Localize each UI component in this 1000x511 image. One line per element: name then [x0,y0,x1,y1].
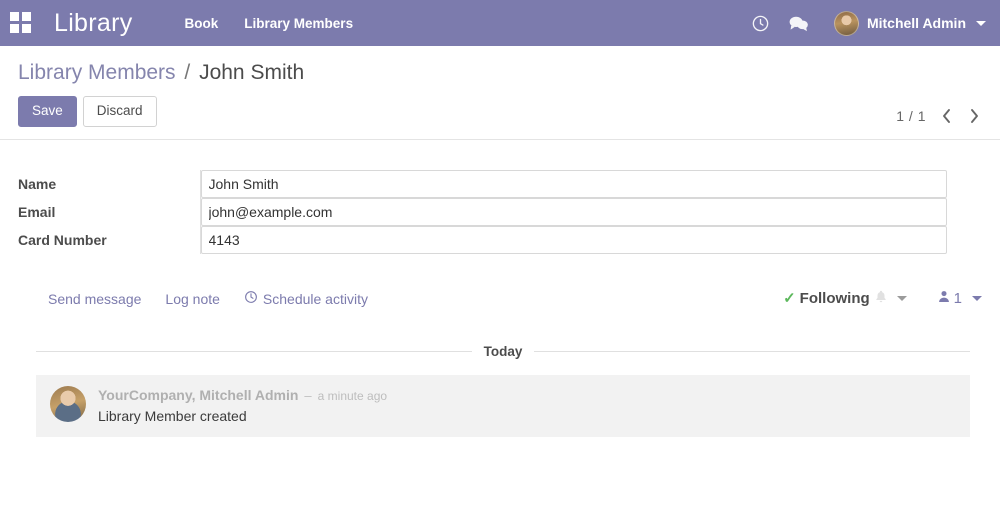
schedule-activity-label: Schedule activity [262,290,368,307]
form-row-card-number: Card Number [18,225,982,254]
chevron-right-icon[interactable] [966,107,982,125]
apps-grid-icon[interactable] [10,12,32,34]
breadcrumb-current: John Smith [199,61,305,84]
top-navbar: Library Book Library Members Mitchell Ad… [0,0,1000,46]
nav-menu-item-library-members[interactable]: Library Members [244,16,353,31]
message-header: YourCompany, Mitchell Admin – a minute a… [98,387,387,403]
pager: 1 / 1 [896,107,982,125]
name-input[interactable] [200,169,947,198]
breadcrumb: Library Members / John Smith [18,60,982,86]
form-sheet: Name Email Card Number [0,140,1000,254]
field-label-name: Name [18,175,57,192]
log-note-button[interactable]: Log note [165,291,220,307]
save-button[interactable]: Save [18,96,77,127]
field-label-email: Email [18,203,56,220]
nav-menu: Book Library Members [185,16,354,31]
divider-left [36,350,472,352]
following-toggle[interactable]: ✓ Following [783,289,907,309]
user-menu-label: Mitchell Admin [866,15,966,31]
message-timestamp: a minute ago [317,388,388,403]
send-message-button[interactable]: Send message [48,291,141,307]
navbar-right-section: Mitchell Admin [742,8,986,38]
date-separator: Today [36,344,982,359]
control-panel: Library Members / John Smith Save Discar… [0,46,1000,140]
chat-bubble-icon[interactable] [780,8,818,38]
clock-icon[interactable] [742,8,780,38]
nav-menu-item-book[interactable]: Book [185,16,219,31]
chevron-down-icon [972,296,982,302]
bell-icon [874,289,888,309]
field-label-card-number: Card Number [18,231,107,248]
followers-count: 1 [953,290,962,308]
record-action-buttons: Save Discard [18,96,982,127]
chatter-topbar: Send message Log note Schedule activity … [18,280,982,318]
breadcrumb-parent-link[interactable]: Library Members [18,61,176,84]
avatar [50,385,86,422]
message-item: YourCompany, Mitchell Admin – a minute a… [36,374,970,437]
breadcrumb-separator: / [184,61,191,84]
chatter-follow-section: ✓ Following 1 [783,289,982,309]
chevron-down-icon [976,20,986,26]
clock-icon [244,290,258,307]
card-number-input[interactable] [200,225,947,254]
chevron-down-icon [896,296,907,302]
user-icon [937,289,951,309]
discard-button[interactable]: Discard [82,96,157,127]
pager-value: 1 / 1 [896,107,926,124]
form-row-email: Email [18,197,982,226]
message-text: Library Member created [98,407,247,424]
email-input[interactable] [200,197,947,226]
following-label: Following [799,290,870,308]
schedule-activity-button[interactable]: Schedule activity [244,290,368,307]
check-icon: ✓ [783,290,796,308]
divider-right [534,350,971,352]
date-separator-label: Today [483,343,523,359]
chevron-left-icon[interactable] [938,107,954,125]
message-body: YourCompany, Mitchell Admin – a minute a… [98,386,387,424]
message-dash: – [304,387,312,403]
chatter-action-buttons: Send message Log note Schedule activity [48,290,368,307]
form-row-name: Name [18,169,982,198]
avatar [833,10,859,36]
app-brand-title[interactable]: Library [54,9,133,38]
user-menu[interactable]: Mitchell Admin [833,10,986,36]
chatter: Send message Log note Schedule activity … [0,280,1000,437]
followers-button[interactable]: 1 [937,289,982,309]
message-author: YourCompany, Mitchell Admin [98,386,299,403]
form-fields-table: Name Email Card Number [18,169,982,254]
